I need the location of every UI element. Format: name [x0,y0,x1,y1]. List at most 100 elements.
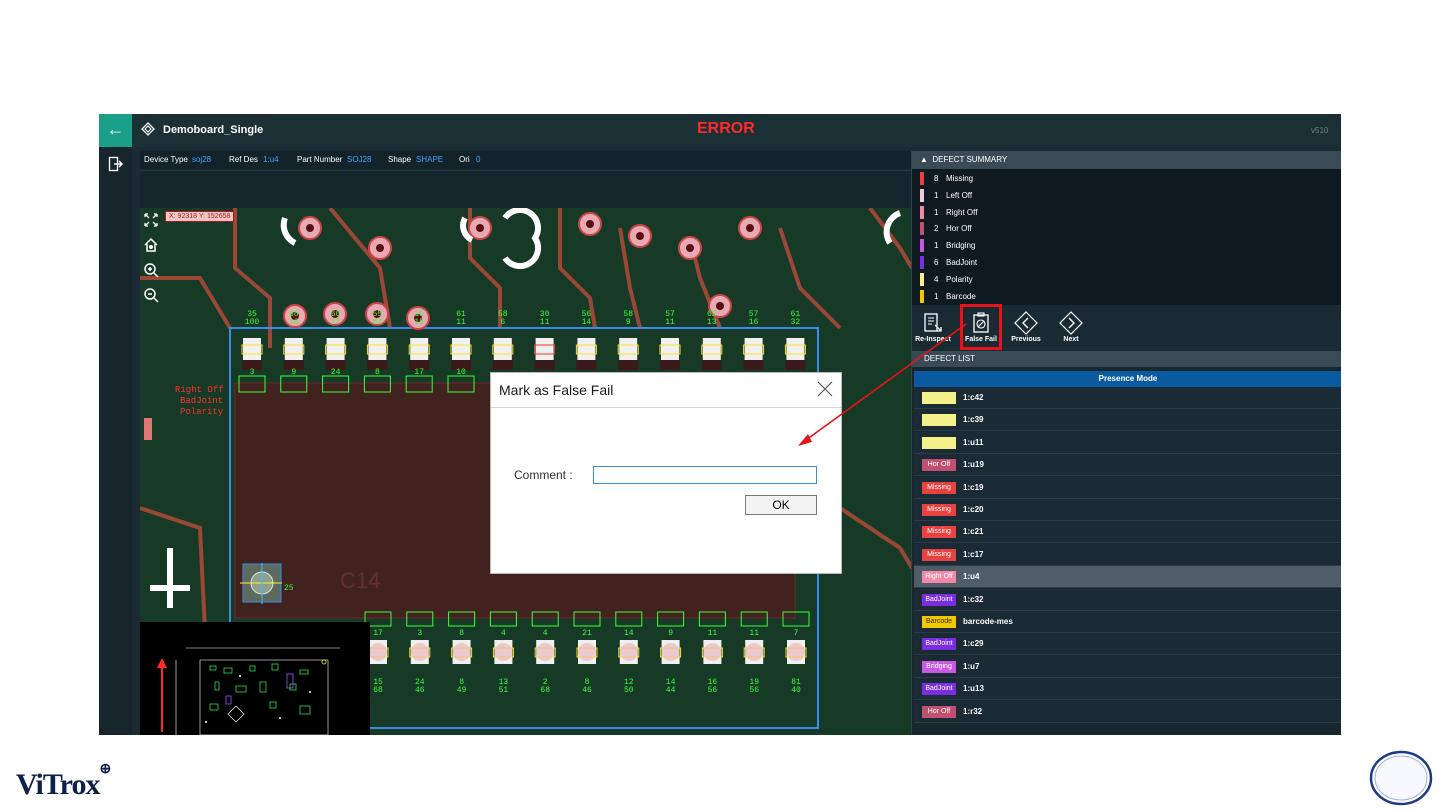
dialog-divider [491,407,841,408]
shape-value: SHAPE [416,155,444,164]
defect-tag: Polarity [922,392,956,404]
home-icon[interactable] [143,237,159,253]
overlay-defect-text-1: Right Off [175,385,224,395]
pad-base [660,360,680,370]
summary-swatch [920,205,924,219]
defect-tag: Hor Off [922,459,956,472]
summary-swatch [920,172,924,185]
defect-row[interactable]: Bridging 1:u7 [914,655,1341,678]
solder-pad [744,338,763,360]
exit-icon[interactable] [108,156,124,172]
defect-ref: 1:u7 [963,661,980,671]
defect-row[interactable]: Barcode barcode-mes [914,611,1341,633]
summary-count: 2 [934,224,939,234]
pad-score: 11 [665,318,675,327]
summary-count: 6 [934,258,939,267]
via-ring [410,643,429,661]
diamond-logo-icon [141,122,155,136]
via-ring [536,643,555,661]
defect-row[interactable]: Missing 1:c21 [914,521,1341,544]
pad-base [534,360,555,370]
info-sub-strip [140,170,912,208]
defect-ref: 1:c21 [963,527,984,537]
summary-name: Polarity [946,274,973,284]
defect-row[interactable]: Polarity 1:u11 [914,431,1341,454]
pad-score: 6 [500,318,505,327]
defect-row[interactable]: BadJoint 1:u13 [914,678,1341,701]
summary-count: 1 [934,190,939,200]
pad-base [618,360,639,370]
reinspect-button[interactable]: Re-Inspect [913,309,953,349]
pad-score: 82 [373,318,383,327]
minimap-image [140,622,370,735]
defect-row[interactable]: Hor Off 1:r32 [914,700,1341,723]
pad-score: 49 [457,686,467,695]
logo-text: ViTrox [16,768,100,801]
box-score: 17 [414,368,424,377]
summary-name: Missing [946,174,974,183]
via-ring [661,643,680,661]
ok-button[interactable]: OK [745,495,817,515]
left-sidebar [99,147,132,735]
summary-name: Right Off [946,207,978,217]
defect-row[interactable]: Missing 1:c19 [914,476,1341,499]
box-score: 8 [459,629,464,638]
pad-score: 100 [245,318,260,327]
chevron-right-icon [1059,311,1083,335]
pad-base [785,360,806,370]
defect-tag: Missing [922,526,956,539]
pad-score: 16 [289,318,299,327]
previous-button[interactable]: Previous [1006,309,1046,349]
back-button[interactable]: ← [99,114,132,147]
box-score: 17 [373,629,383,638]
box-score: 3 [417,629,422,638]
zoom-in-icon[interactable] [143,262,159,278]
defect-row[interactable]: Missing 1:c20 [914,499,1341,521]
solder-pad [786,338,805,360]
summary-name: Bridging [946,241,976,251]
defect-row[interactable]: Hor Off 1:u19 [914,454,1341,477]
board-minimap[interactable] [140,622,370,735]
title-bar: ← Demoboard_Single ERROR v510 [99,114,1341,147]
overlay-defect-text-2: BadJoint [180,396,223,406]
summary-swatch [920,188,924,202]
defect-tag: BadJoint [922,593,956,606]
circle-logo-icon [1369,750,1433,806]
defect-ref: 1:u19 [963,460,984,470]
defect-ref: 1:c17 [963,549,984,559]
defect-ref: 1:c39 [963,415,984,425]
box-score: 8 [375,368,380,377]
defect-row[interactable]: BadJoint 1:c32 [914,588,1341,611]
defect-ref: 1:c42 [963,393,984,402]
defect-row[interactable]: Missing 1:c17 [914,543,1341,566]
defect-row[interactable]: BadJoint 1:c29 [914,633,1341,656]
defect-row[interactable]: Right Off 1:u4 [914,566,1341,589]
pad-score: 15 [414,318,424,327]
reinspect-label: Re-Inspect [915,336,951,343]
defect-tag: BadJoint [922,638,956,651]
solder-pad [410,338,429,360]
defect-summary-header[interactable]: ▲ DEFECT SUMMARY [912,151,1341,169]
fit-screen-icon[interactable] [143,212,159,228]
defect-row[interactable]: Polarity 1:c42 [914,387,1341,409]
zoom-out-icon[interactable] [143,287,159,303]
solder-pad [619,338,638,360]
box-score: 11 [708,629,718,638]
box-score: 21 [582,629,592,638]
box-score: 7 [794,629,799,638]
next-button[interactable]: Next [1051,309,1091,349]
summary-count: 1 [934,291,939,301]
solder-pad [326,338,345,360]
pad-base [743,360,764,370]
pad-score: 11 [540,318,550,327]
close-icon[interactable] [817,381,833,397]
dialog-title: Mark as False Fail [499,382,614,398]
comment-input[interactable] [593,466,817,484]
pad-score: 13 [707,318,717,327]
reinspect-icon [924,313,942,332]
version-text: v510 [1311,126,1329,135]
defect-ref: barcode-mes [963,617,1013,626]
defect-row[interactable]: Polarity 1:c39 [914,409,1341,432]
next-label: Next [1063,336,1079,343]
summary-swatch [920,222,924,236]
